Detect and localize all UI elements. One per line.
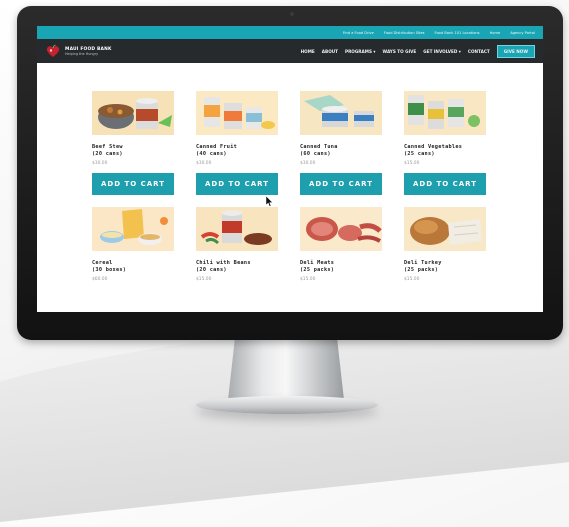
- product-price: $15.00: [404, 161, 420, 166]
- canned-fruit-icon[interactable]: [196, 91, 278, 135]
- monitor-stand: [228, 338, 344, 400]
- utility-link-food-drive[interactable]: Find a Food Drive: [343, 31, 374, 35]
- deli-meats-icon[interactable]: [300, 207, 382, 251]
- brand-tagline: Helping the Hungry: [65, 51, 99, 56]
- heart-logo-icon: [45, 43, 61, 59]
- give-now-button[interactable]: GIVE NOW: [496, 44, 535, 58]
- product-card: Beef Stew (20 cans) $30.00 ADD TO CART: [92, 91, 175, 195]
- utility-bar: Find a Food Drive Food Distribution Site…: [37, 26, 543, 39]
- add-to-cart-button[interactable]: ADD TO CART: [92, 173, 174, 195]
- product-name: Deli Meats (25 packs): [300, 260, 335, 273]
- beef-stew-icon[interactable]: [92, 91, 174, 135]
- product-name: Canned Tuna (60 cans): [300, 144, 338, 157]
- product-price: $15.00: [300, 277, 316, 282]
- site-logo[interactable]: MAUI FOOD BANK Helping the Hungry: [45, 43, 112, 59]
- product-card: Deli Turkey (25 packs) $15.00: [404, 207, 487, 282]
- mouse-cursor-icon: [266, 196, 273, 207]
- product-card: Canned Fruit (40 cans) $30.00 ADD TO CAR…: [196, 91, 279, 195]
- nav-get-involved[interactable]: GET INVOLVED ▾: [423, 49, 461, 54]
- canned-tuna-icon[interactable]: [300, 91, 382, 135]
- nav-home[interactable]: HOME: [301, 49, 315, 54]
- product-card: Chili with Beans (20 cans) $15.00: [196, 207, 279, 282]
- product-grid: Beef Stew (20 cans) $30.00 ADD TO CART C…: [92, 91, 492, 282]
- add-to-cart-button[interactable]: ADD TO CART: [404, 173, 486, 195]
- canned-vegetables-icon[interactable]: [404, 91, 486, 135]
- product-name: Chili with Beans (20 cans): [196, 260, 251, 273]
- utility-link-locations[interactable]: Food Bank 101 Locations: [435, 31, 480, 35]
- camera-dot: [290, 12, 294, 16]
- nav-menu: HOME ABOUT PROGRAMS ▾ WAYS TO GIVE GET I…: [301, 44, 535, 58]
- add-to-cart-button[interactable]: ADD TO CART: [300, 173, 382, 195]
- add-to-cart-button[interactable]: ADD TO CART: [196, 173, 278, 195]
- product-name: Cereal (30 boxes): [92, 260, 127, 273]
- nav-programs[interactable]: PROGRAMS ▾: [345, 49, 376, 54]
- deli-turkey-icon[interactable]: [404, 207, 486, 251]
- product-card: Canned Vegetables (25 cans) $15.00 ADD T…: [404, 91, 487, 195]
- nav-contact[interactable]: CONTACT: [468, 49, 490, 54]
- main-nav: MAUI FOOD BANK Helping the Hungry HOME A…: [37, 39, 543, 63]
- product-card: Canned Tuna (60 cans) $30.00 ADD TO CART: [300, 91, 383, 195]
- product-price: $30.00: [196, 161, 212, 166]
- utility-link-agency[interactable]: Agency Portal: [510, 31, 535, 35]
- product-price: $15.00: [404, 277, 420, 282]
- product-name: Beef Stew (20 cans): [92, 144, 123, 157]
- product-price: $60.00: [92, 277, 108, 282]
- product-card: Deli Meats (25 packs) $15.00: [300, 207, 383, 282]
- product-name: Deli Turkey (25 packs): [404, 260, 442, 273]
- cereal-icon[interactable]: [92, 207, 174, 251]
- product-price: $30.00: [300, 161, 316, 166]
- product-name: Canned Fruit (40 cans): [196, 144, 238, 157]
- nav-about[interactable]: ABOUT: [322, 49, 338, 54]
- product-price: $15.00: [196, 277, 212, 282]
- product-name: Canned Vegetables (25 cans): [404, 144, 463, 157]
- utility-link-home[interactable]: Home: [490, 31, 501, 35]
- utility-link-distribution[interactable]: Food Distribution Sites: [384, 31, 425, 35]
- chili-icon[interactable]: [196, 207, 278, 251]
- product-price: $30.00: [92, 161, 108, 166]
- monitor-base: [196, 396, 378, 414]
- product-card: Cereal (30 boxes) $60.00: [92, 207, 175, 282]
- nav-ways-to-give[interactable]: WAYS TO GIVE: [383, 49, 417, 54]
